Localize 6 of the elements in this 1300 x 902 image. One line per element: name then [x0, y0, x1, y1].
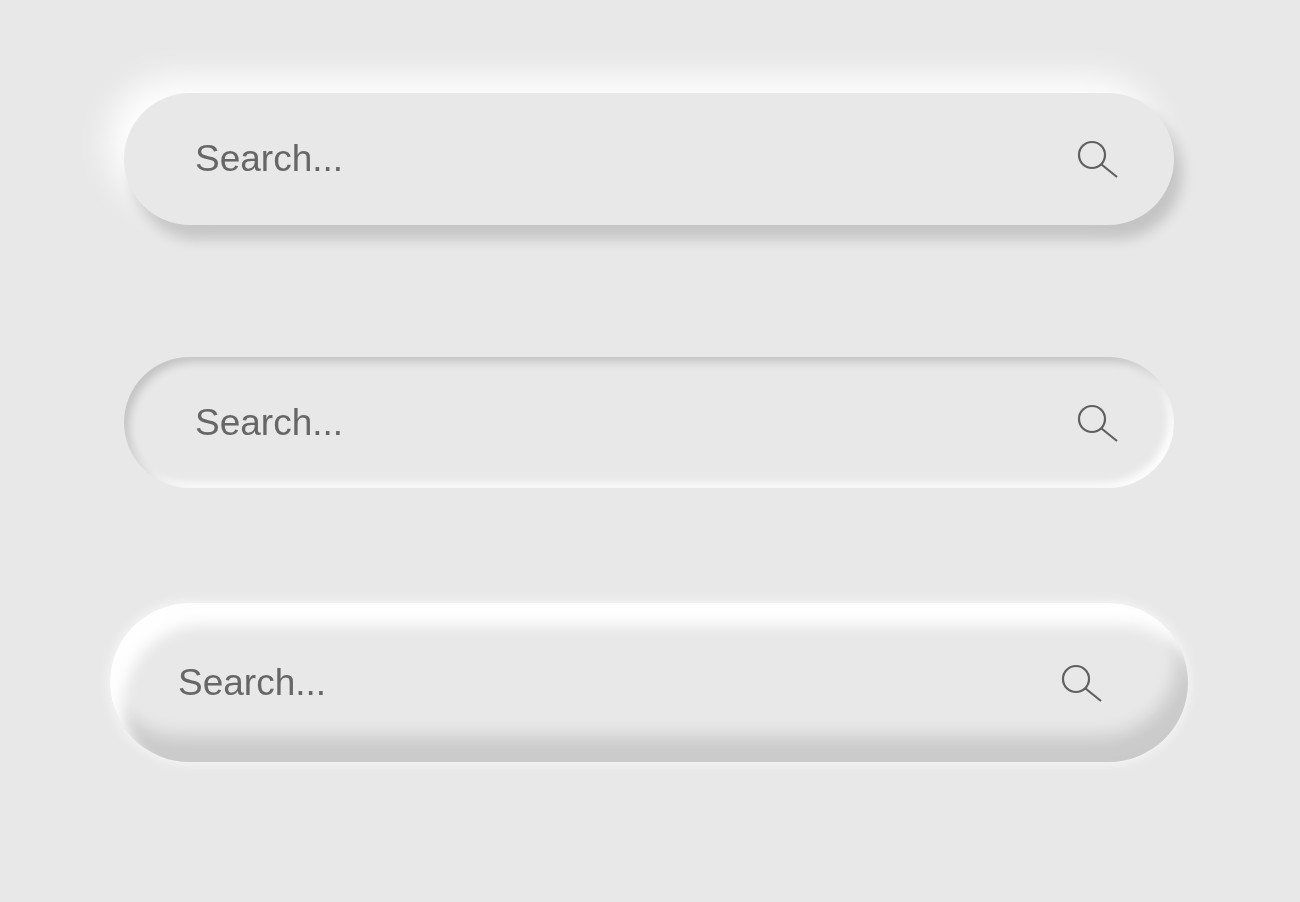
search-field[interactable]: Search... — [124, 357, 1174, 488]
search-icon[interactable] — [1076, 140, 1118, 178]
search-field[interactable]: Search... — [110, 603, 1188, 762]
search-field[interactable]: Search... — [124, 93, 1174, 225]
search-icon[interactable] — [1060, 663, 1102, 702]
search-icon[interactable] — [1076, 403, 1118, 442]
